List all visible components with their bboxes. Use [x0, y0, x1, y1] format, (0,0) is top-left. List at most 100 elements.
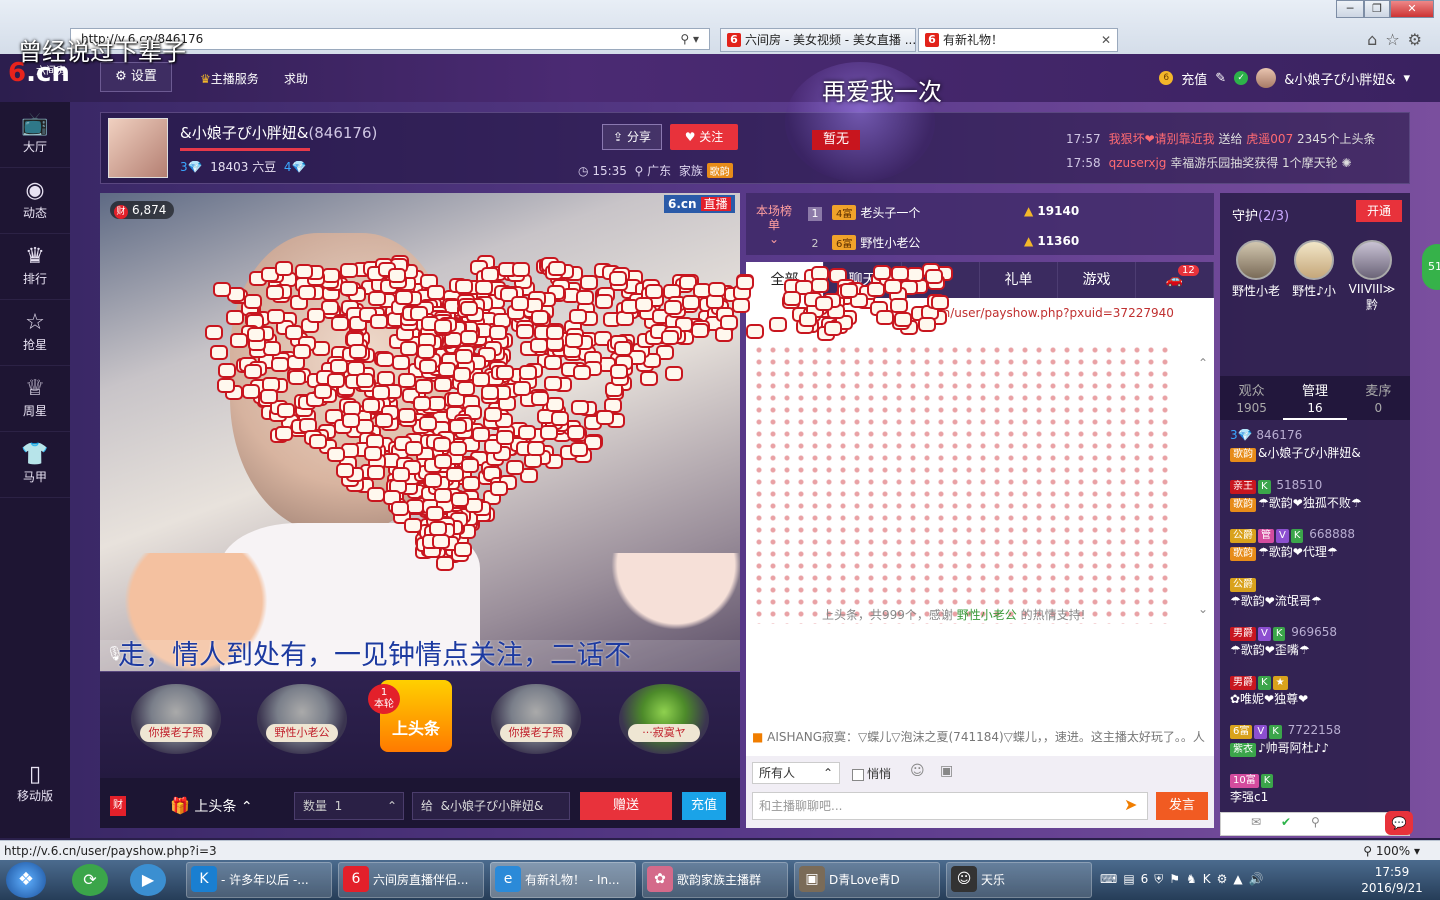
mic-icon[interactable]: 🎙	[106, 646, 118, 666]
nav-item-feed[interactable]: ◉ 动态	[0, 168, 70, 234]
status-url: http://v.6.cn/user/payshow.php?i=3	[4, 844, 217, 858]
nav-mobile[interactable]: ▯ 移动版	[0, 762, 70, 804]
selected-gift[interactable]: 🎁 上头条 ⌃	[170, 796, 253, 816]
clock-icon: ◷	[578, 164, 588, 178]
chat-message-input[interactable]: 和主播聊聊吧...	[752, 792, 1148, 820]
close-tab-icon[interactable]: ✕	[1101, 29, 1111, 51]
six-favicon-icon: 6	[727, 33, 741, 47]
nav-item-rank[interactable]: ♛ 排行	[0, 234, 70, 300]
edit-icon[interactable]: ✎	[1215, 71, 1226, 86]
zoom-level[interactable]: ⚲ 100% ▾	[1363, 841, 1420, 861]
browser-tab-2[interactable]: 6 有新礼物！ ✕	[918, 28, 1118, 52]
tab-admins[interactable]: 管理 16	[1283, 376, 1346, 420]
scroll-up-icon[interactable]: ⌃	[1198, 356, 1208, 370]
share-button[interactable]: ⇪ 分享	[602, 124, 662, 150]
taskbar-item[interactable]: K- 许多年以后 -...	[186, 862, 332, 898]
list-item[interactable]: 3💎 846176 歌韵 &小娘子ぴ小胖妞&	[1230, 426, 1406, 462]
gift-slot[interactable]: 你摸老子照	[130, 684, 222, 754]
start-button[interactable]: ❖	[6, 862, 46, 898]
notice-line[interactable]: 17:58 qzuserxjg 幸福游乐园抽奖获得 1个摩天轮 ✺	[1066, 154, 1352, 171]
side-count-badge[interactable]: 51	[1422, 244, 1440, 290]
taskbar-item[interactable]: 6 六间房直播伴侣...	[338, 862, 484, 898]
chat-bubble-icon[interactable]: 💬	[1385, 811, 1413, 835]
clock[interactable]: 17:59 2016/9/21	[1356, 864, 1428, 896]
right-panel-toolbar: ✉ ✔ ⚲ 💬	[1220, 812, 1410, 836]
quantity-field[interactable]: 数量 1 ⌃	[294, 792, 404, 820]
wealth-icon[interactable]: 财	[110, 796, 126, 816]
tab-mic-queue[interactable]: 麦序 0	[1347, 376, 1410, 420]
close-window-button[interactable]: ✕	[1390, 0, 1434, 18]
emoji-icon[interactable]: ☺	[910, 763, 925, 779]
list-item[interactable]: 公爵 ☂歌韵❤流氓哥☂	[1230, 574, 1406, 610]
image-icon[interactable]: ▣	[940, 763, 953, 779]
list-item[interactable]: 公爵管 V K 668888 歌韵 ☂歌韵❤代理☂	[1230, 525, 1406, 561]
username[interactable]: &小娘子ぴ小胖妞&	[1284, 69, 1395, 88]
maximize-button[interactable]: ❐	[1364, 0, 1390, 18]
rank-row[interactable]: 2 6富 野性小老公 ▲ 11360	[808, 234, 920, 251]
help-link[interactable]: 求助	[284, 70, 308, 87]
scroll-down-icon[interactable]: ⌄	[1198, 602, 1208, 616]
whisper-checkbox[interactable]: 悄悄	[852, 765, 891, 782]
minimize-button[interactable]: ─	[1336, 0, 1364, 18]
ie-icon: e	[495, 866, 521, 892]
phone-icon: ▯	[0, 762, 70, 787]
mail-icon[interactable]: ✉	[1251, 815, 1261, 829]
nav-item-grab-star[interactable]: ☆ 抢星	[0, 300, 70, 366]
give-gift-button[interactable]: 赠送	[580, 792, 672, 820]
list-item[interactable]: 男爵 K ★ ✿唯妮❤独尊❤	[1230, 672, 1406, 708]
gift-slot[interactable]: 野性小老公	[256, 684, 348, 754]
chevron-down-icon[interactable]: ▾	[1403, 71, 1410, 86]
taskbar-item[interactable]: ▣ D青Love青D	[794, 862, 940, 898]
rank-title[interactable]: 本场榜单 ⌄	[756, 204, 792, 246]
anchor-avatar[interactable]	[108, 118, 168, 178]
list-item[interactable]: 男爵 V K 969658 ☂歌韵❤歪嘴☂	[1230, 623, 1406, 659]
site-header: 6.cn 六间房 ⚙ 设置 ♛主播服务 求助 6 充值 ✎ ✓ &小娘子ぴ小胖妞…	[0, 54, 1440, 102]
nav-item-hall[interactable]: 📺 大厅	[0, 102, 70, 168]
guard-item[interactable]: VIIVIII≫黔	[1344, 240, 1400, 313]
ok-icon[interactable]: ✔	[1281, 815, 1291, 829]
gift-slot[interactable]: ···寂寞ヤ	[618, 684, 710, 754]
rank-row[interactable]: 1 4富 老头子一个 ▲ 19140	[808, 204, 920, 221]
live-video[interactable]	[100, 193, 740, 671]
tab-all[interactable]: 全部	[746, 262, 824, 298]
follow-button[interactable]: ♥ 关注	[670, 124, 738, 150]
nav-item-week-star[interactable]: ♕ 周星	[0, 366, 70, 432]
avatar[interactable]	[1256, 68, 1276, 88]
gift-recipient-select[interactable]: 给 &小娘子ぴ小胖妞&	[412, 792, 570, 820]
tab-hidden[interactable]	[902, 262, 980, 298]
list-item[interactable]: 10富 K 李强c1	[1230, 770, 1406, 806]
zoom-icon[interactable]: ⚲	[1311, 815, 1320, 829]
tab-car[interactable]: 🚗	[1136, 262, 1214, 298]
guard-item[interactable]: 野性♪小	[1286, 240, 1342, 299]
recharge-link[interactable]: 充值	[1181, 69, 1207, 88]
taskbar-item[interactable]: ✿ 歌韵家族主播群	[642, 862, 788, 898]
notice-line[interactable]: 17:57 我狠坏❤请别靠近我 送给 虎遥007 2345个上头条	[1066, 130, 1376, 147]
list-item[interactable]: 亲王 K 518510 歌韵 ☂歌韵❤独孤不败☂	[1230, 476, 1406, 512]
tab-games[interactable]: 游戏	[1058, 262, 1136, 298]
refresh-app-icon[interactable]: ⟳	[72, 864, 108, 896]
taskbar-item[interactable]: ☺ 天乐	[946, 862, 1092, 898]
coin-icon: ▲	[1024, 204, 1033, 218]
open-guard-button[interactable]: 开通	[1356, 200, 1402, 222]
guard-item[interactable]: 野性小老	[1228, 240, 1284, 299]
media-player-icon[interactable]: ▶	[130, 864, 166, 896]
browser-toolbar-icons[interactable]: ⌂☆⚙	[1367, 30, 1430, 49]
browser-tab-1[interactable]: 6 六间房 - 美女视频 - 美女直播 ...	[720, 28, 916, 52]
send-message-button[interactable]: 发言	[1156, 792, 1208, 820]
tab-chat[interactable]: 聊天	[824, 262, 902, 298]
chevron-down-icon: ⌄	[769, 232, 779, 246]
chat-payshow-link[interactable]: cn/user/payshow.php?pxuid=37227940	[936, 306, 1174, 320]
taskbar-item[interactable]: e 有新礼物！ - In...	[490, 862, 636, 898]
gift-slot[interactable]: 你摸老子照	[490, 684, 582, 754]
recharge-button[interactable]: 充值	[682, 792, 726, 820]
search-icon[interactable]: ⚲ ▾	[680, 29, 699, 49]
tab-gift-list[interactable]: 礼单	[980, 262, 1058, 298]
send-plane-icon[interactable]: ➤	[1124, 795, 1137, 814]
recipient-select[interactable]: 所有人 ⌃	[752, 762, 840, 784]
system-tray[interactable]: ⌨▤6⛨⚑♞K⚙▲🔊	[1100, 872, 1270, 887]
anchor-service-link[interactable]: ♛主播服务	[200, 70, 259, 87]
nav-item-vest[interactable]: 👕 马甲	[0, 432, 70, 498]
audience-tabs: 观众 1905 管理 16 麦序 0	[1220, 376, 1410, 420]
tab-viewers[interactable]: 观众 1905	[1220, 376, 1283, 420]
list-item[interactable]: 6富 V K 7722158 紫衣 ♪帅哥阿杜♪♪	[1230, 721, 1406, 757]
